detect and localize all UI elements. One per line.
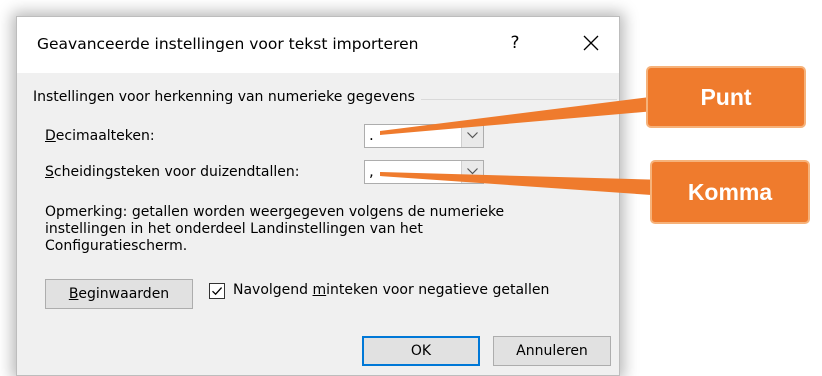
decimal-separator-combo[interactable]: . (364, 124, 484, 148)
locale-note: Opmerking: getallen worden weergegeven v… (45, 204, 605, 255)
locale-note-line-2: instellingen in het onderdeel Landinstel… (45, 221, 423, 237)
close-button[interactable] (575, 27, 607, 59)
thousands-separator-value: , (369, 162, 374, 180)
decimal-separator-label-rest: ecimaalteken: (55, 128, 155, 144)
help-button[interactable]: ? (501, 29, 529, 57)
cancel-button[interactable]: Annuleren (493, 336, 611, 366)
thousands-separator-label-rest: cheidingsteken voor duizendtallen: (53, 164, 300, 180)
trailing-minus-label-key: m (312, 282, 327, 298)
komma-callout: Komma (650, 160, 810, 224)
thousands-separator-combo[interactable]: , (364, 160, 484, 184)
komma-callout-label: Komma (687, 179, 773, 205)
ok-button[interactable]: OK (362, 336, 480, 366)
decimal-separator-label: Decimaalteken: (45, 128, 155, 144)
reset-defaults-rest: eginwaarden (78, 286, 170, 302)
trailing-minus-label-after: inteken voor negatieve getallen (326, 282, 550, 298)
thousands-separator-label-key: S (45, 164, 54, 180)
punt-callout-label: Punt (700, 84, 752, 110)
dialog-title: Geavanceerde instellingen voor tekst imp… (37, 35, 419, 53)
numeric-recognition-group-label: Instellingen voor herkenning van numerie… (33, 89, 421, 105)
thousands-separator-label: Scheidingsteken voor duizendtallen: (45, 164, 300, 180)
reset-defaults-key: B (68, 286, 79, 302)
decimal-separator-value: . (369, 126, 374, 144)
dialog-titlebar: Geavanceerde instellingen voor tekst imp… (17, 17, 619, 73)
checkmark-icon (212, 287, 223, 296)
trailing-minus-checkbox[interactable] (209, 283, 225, 299)
chevron-down-icon (467, 168, 478, 175)
reset-defaults-button[interactable]: Beginwaarden (45, 279, 193, 309)
trailing-minus-label: Navolgend minteken voor negatieve getall… (233, 282, 549, 298)
decimal-separator-label-key: D (45, 128, 56, 144)
decimal-separator-dropdown[interactable] (461, 125, 483, 147)
close-icon (583, 35, 599, 51)
thousands-separator-dropdown[interactable] (461, 161, 483, 183)
locale-note-line-1: Opmerking: getallen worden weergegeven v… (45, 204, 505, 220)
chevron-down-icon (467, 132, 478, 139)
locale-note-line-3: Configuratiescherm. (45, 238, 188, 254)
import-settings-dialog: Geavanceerde instellingen voor tekst imp… (16, 16, 620, 376)
trailing-minus-label-before: Navolgend (233, 282, 313, 298)
punt-callout: Punt (646, 66, 806, 128)
